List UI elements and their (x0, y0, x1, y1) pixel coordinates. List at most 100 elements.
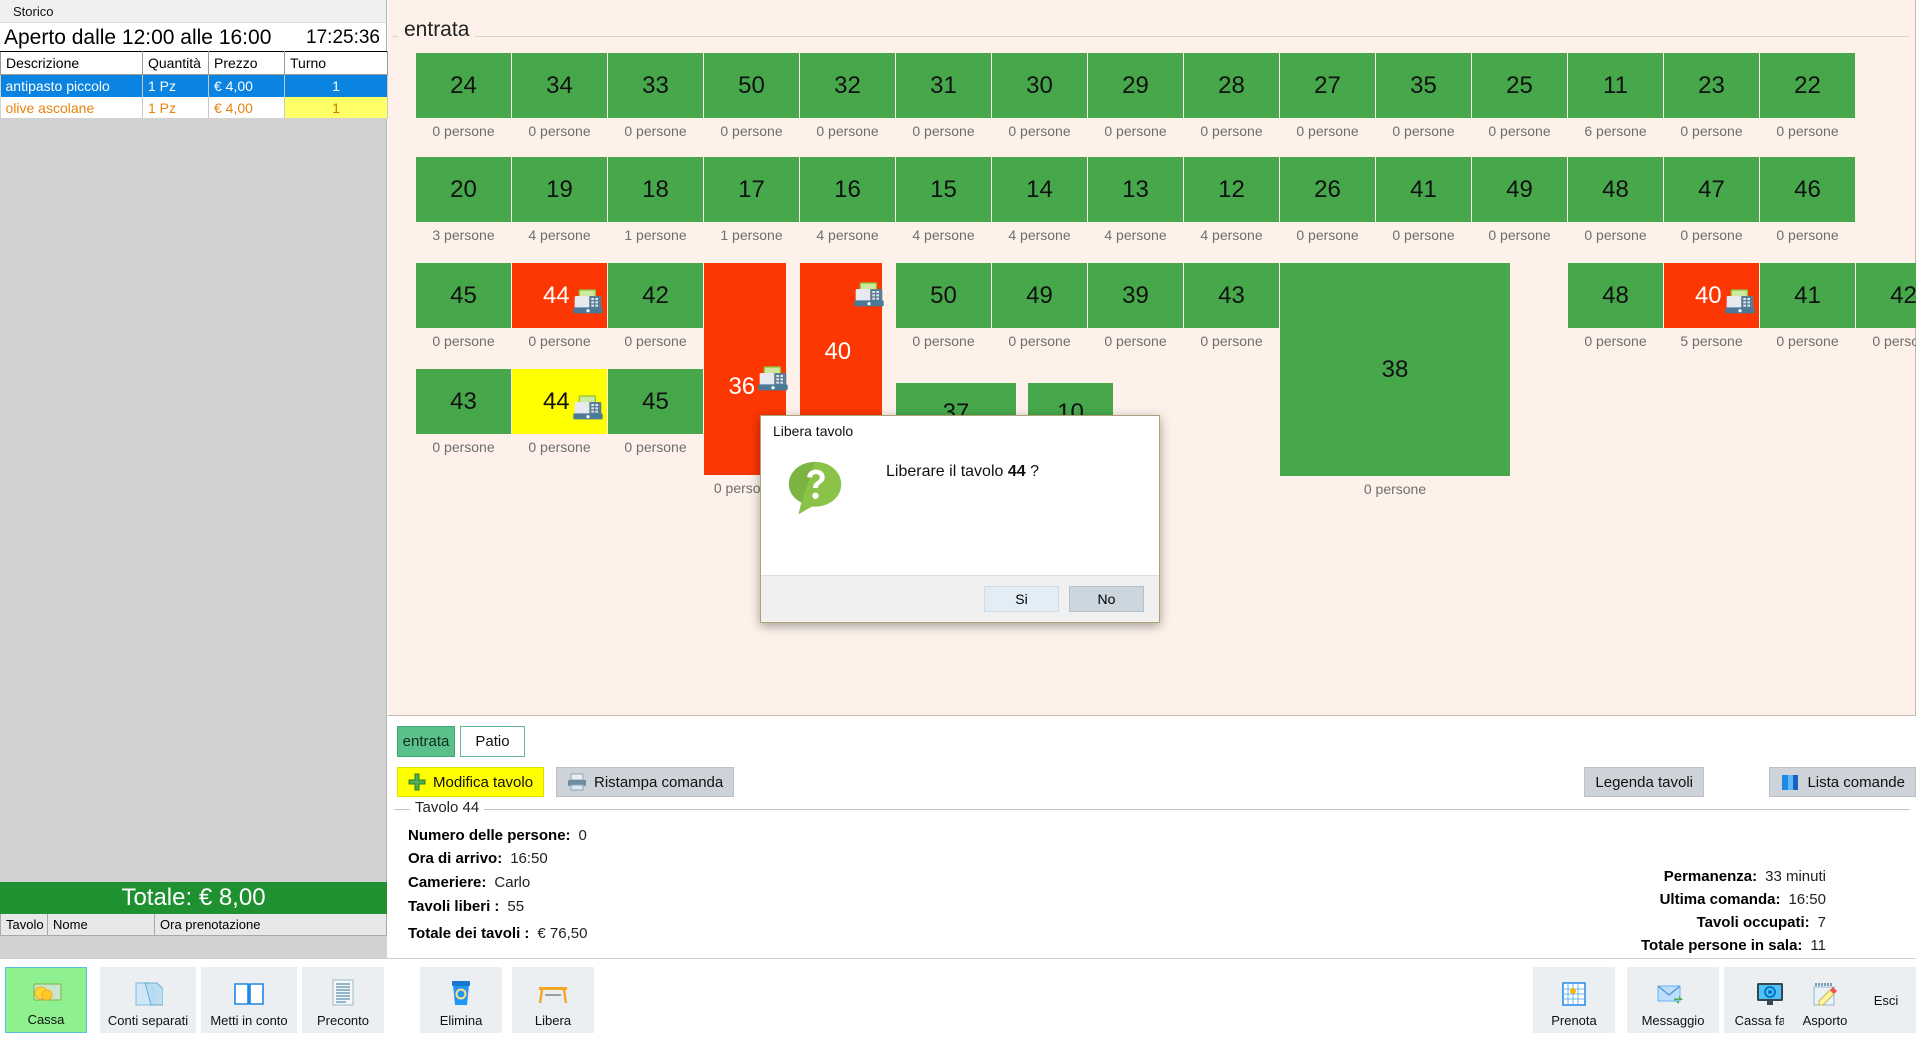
table-cell[interactable]: 31 0 persone (896, 53, 991, 139)
table-tile-38[interactable]: 38 (1280, 263, 1510, 476)
table-cell[interactable]: 34 0 persone (512, 53, 607, 139)
table-tile-43-b[interactable]: 43 (1184, 263, 1279, 328)
column-header-prezzo[interactable]: Prezzo (208, 51, 285, 75)
table-tile-20[interactable]: 20 (416, 157, 511, 222)
table-cell[interactable]: 19 4 persone (512, 157, 607, 243)
table-cell[interactable]: 40 5 persone (1664, 263, 1759, 349)
table-cell[interactable]: 47 0 persone (1664, 157, 1759, 243)
table-cell[interactable]: 14 4 persone (992, 157, 1087, 243)
table-cell[interactable]: 41 0 persone (1376, 157, 1471, 243)
table-tile-42[interactable]: 42 (608, 263, 703, 328)
table-cell[interactable]: 42 0 persone (608, 263, 703, 349)
elimina-button[interactable]: Elimina (420, 967, 502, 1033)
table-tile-41-b[interactable]: 41 (1760, 263, 1855, 328)
column-header-tavolo[interactable]: Tavolo (0, 914, 48, 936)
table-tile-26[interactable]: 26 (1280, 157, 1375, 222)
table-tile-25[interactable]: 25 (1472, 53, 1567, 118)
table-cell[interactable]: 26 0 persone (1280, 157, 1375, 243)
table-cell[interactable]: 49 0 persone (992, 263, 1087, 349)
table-tile-19[interactable]: 19 (512, 157, 607, 222)
table-tile-45-b[interactable]: 45 (608, 369, 703, 434)
table-cell[interactable]: 46 0 persone (1760, 157, 1855, 243)
column-header-descrizione[interactable]: Descrizione (0, 51, 143, 75)
table-cell[interactable]: 44 0 persone (512, 263, 607, 349)
table-tile-17[interactable]: 17 (704, 157, 799, 222)
table-tile-22[interactable]: 22 (1760, 53, 1855, 118)
table-cell[interactable]: 43 0 persone (416, 369, 511, 455)
table-tile-41[interactable]: 41 (1376, 157, 1471, 222)
table-cell[interactable]: 32 0 persone (800, 53, 895, 139)
table-tile-34[interactable]: 34 (512, 53, 607, 118)
table-cell[interactable]: 38 0 persone (1280, 263, 1510, 497)
table-cell[interactable]: 25 0 persone (1472, 53, 1567, 139)
table-tile-46[interactable]: 46 (1760, 157, 1855, 222)
table-cell[interactable]: 45 0 persone (608, 369, 703, 455)
table-cell[interactable]: 44 0 persone (512, 369, 607, 455)
table-tile-39[interactable]: 39 (1088, 263, 1183, 328)
order-list-empty-area[interactable] (0, 118, 386, 876)
table-cell[interactable]: 45 0 persone (416, 263, 511, 349)
dialog-no-button[interactable]: No (1069, 586, 1144, 612)
table-tile-16[interactable]: 16 (800, 157, 895, 222)
column-header-ora-prenotazione[interactable]: Ora prenotazione (154, 914, 387, 936)
table-tile-13[interactable]: 13 (1088, 157, 1183, 222)
metti-in-conto-button[interactable]: Metti in conto (201, 967, 297, 1033)
table-tile-47[interactable]: 47 (1664, 157, 1759, 222)
table-cell[interactable]: 22 0 persone (1760, 53, 1855, 139)
table-cell[interactable]: 15 4 persone (896, 157, 991, 243)
table-tile-32[interactable]: 32 (800, 53, 895, 118)
table-cell[interactable]: 18 1 persone (608, 157, 703, 243)
menu-item-storico[interactable]: Storico (7, 2, 59, 21)
table-tile-43-c[interactable]: 43 (416, 369, 511, 434)
messaggio-button[interactable]: Messaggio (1627, 967, 1719, 1033)
table-tile-30[interactable]: 30 (992, 53, 1087, 118)
table-cell[interactable]: 12 4 persone (1184, 157, 1279, 243)
table-tile-28[interactable]: 28 (1184, 53, 1279, 118)
table-cell[interactable]: 28 0 persone (1184, 53, 1279, 139)
preconto-button[interactable]: Preconto (302, 967, 384, 1033)
table-cell[interactable]: 49 0 persone (1472, 157, 1567, 243)
libera-button[interactable]: Libera (512, 967, 594, 1033)
conti-separati-button[interactable]: Conti separati (100, 967, 196, 1033)
table-tile-33[interactable]: 33 (608, 53, 703, 118)
table-tile-18[interactable]: 18 (608, 157, 703, 222)
dialog-yes-button[interactable]: Si (984, 586, 1059, 612)
table-cell[interactable]: 50 0 persone (704, 53, 799, 139)
table-cell[interactable]: 13 4 persone (1088, 157, 1183, 243)
table-cell[interactable]: 29 0 persone (1088, 53, 1183, 139)
order-items-table[interactable]: Descrizione Quantità Prezzo Turno antipa… (0, 51, 388, 119)
modifica-tavolo-button[interactable]: Modifica tavolo (397, 767, 545, 797)
table-cell[interactable]: 50 0 persone (896, 263, 991, 349)
table-cell[interactable]: 35 0 persone (1376, 53, 1471, 139)
table-cell[interactable]: 42 0 persone (1856, 263, 1916, 349)
esci-button[interactable]: Esci (1856, 967, 1916, 1033)
table-cell[interactable]: 41 0 persone (1760, 263, 1855, 349)
table-cell[interactable]: 16 4 persone (800, 157, 895, 243)
table-tile-50-b[interactable]: 50 (896, 263, 991, 328)
table-cell[interactable]: 20 3 persone (416, 157, 511, 243)
table-cell[interactable]: 24 0 persone (416, 53, 511, 139)
room-tab-entrata[interactable]: entrata (397, 726, 455, 757)
table-cell[interactable]: 39 0 persone (1088, 263, 1183, 349)
table-tile-44-occupied[interactable]: 44 (512, 263, 607, 328)
column-header-turno[interactable]: Turno (284, 51, 388, 75)
table-tile-48[interactable]: 48 (1568, 157, 1663, 222)
table-tile-12[interactable]: 12 (1184, 157, 1279, 222)
table-tile-23[interactable]: 23 (1664, 53, 1759, 118)
legenda-tavoli-button[interactable]: Legenda tavoli (1584, 767, 1704, 797)
table-tile-11[interactable]: 11 (1568, 53, 1663, 118)
table-tile-44-selected[interactable]: 44 (512, 369, 607, 434)
table-tile-24[interactable]: 24 (416, 53, 511, 118)
table-cell[interactable]: 11 6 persone (1568, 53, 1663, 139)
table-tile-49-b[interactable]: 49 (992, 263, 1087, 328)
cassa-button[interactable]: Cassa (5, 967, 87, 1033)
table-cell[interactable]: 23 0 persone (1664, 53, 1759, 139)
column-header-quantita[interactable]: Quantità (142, 51, 209, 75)
table-tile-35[interactable]: 35 (1376, 53, 1471, 118)
table-tile-45[interactable]: 45 (416, 263, 511, 328)
table-cell[interactable]: 30 0 persone (992, 53, 1087, 139)
table-tile-40-b-occupied[interactable]: 40 (1664, 263, 1759, 328)
table-cell[interactable]: 27 0 persone (1280, 53, 1375, 139)
table-tile-48-b[interactable]: 48 (1568, 263, 1663, 328)
table-tile-29[interactable]: 29 (1088, 53, 1183, 118)
